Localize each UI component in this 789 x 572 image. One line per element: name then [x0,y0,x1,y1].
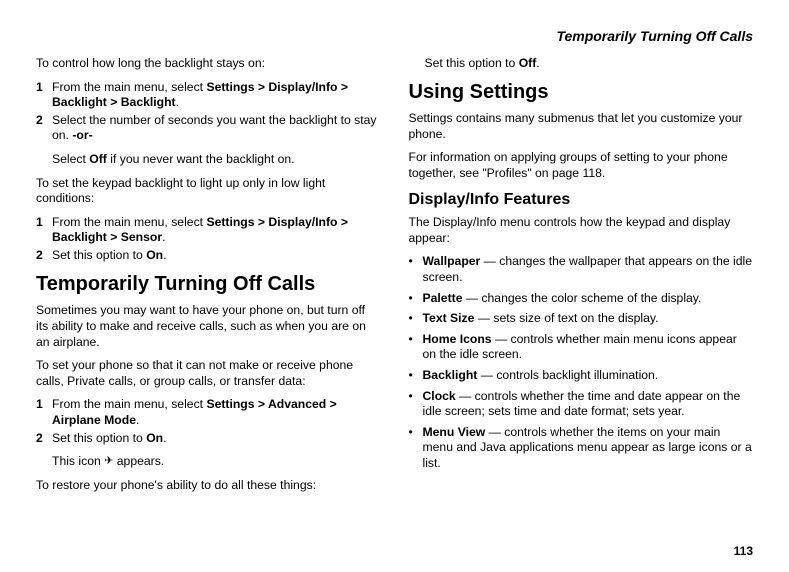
bold-text: Palette [423,291,463,305]
text: — sets size of text on the display. [474,311,658,325]
list-body: Backlight — controls backlight illuminat… [423,368,754,384]
ordered-list: 1 From the main menu, select Settings > … [36,80,381,144]
bullet-icon: • [409,425,423,472]
list-item: 2 Select the number of seconds you want … [36,113,381,144]
page: Temporarily Turning Off Calls To control… [0,0,789,572]
list-body: Wallpaper — changes the wallpaper that a… [423,254,754,285]
list-item: • Backlight — controls backlight illumin… [409,368,754,384]
list-item: • Home Icons — controls whether main men… [409,332,754,363]
indented-paragraph: Set this option to Off. [425,56,754,72]
list-body: Clock — controls whether the time and da… [423,389,754,420]
text: . [162,230,165,244]
list-item: 1 From the main menu, select Settings > … [36,215,381,246]
list-number: 1 [36,215,52,246]
left-column: To control how long the backlight stays … [36,56,381,501]
text: Set this option to [52,248,146,262]
text: Set this option to [52,431,146,445]
list-item: • Menu View — controls whether the items… [409,425,754,472]
paragraph: Settings contains many submenus that let… [409,111,754,142]
list-item: • Text Size — sets size of text on the d… [409,311,754,327]
bold-text: Off [519,56,537,70]
list-body: From the main menu, select Settings > Di… [52,215,381,246]
right-column: Set this option to Off. Using Settings S… [409,56,754,501]
bold-text: Text Size [423,311,475,325]
paragraph: To set the keypad backlight to light up … [36,176,381,207]
list-item: 1 From the main menu, select Settings > … [36,80,381,111]
columns: To control how long the backlight stays … [36,56,753,501]
list-item: • Palette — changes the color scheme of … [409,291,754,307]
bold-text: Home Icons [423,332,492,346]
text: Set this option to [425,56,519,70]
page-number: 113 [734,544,753,558]
text: — controls whether the time and date app… [423,389,741,419]
list-number: 2 [36,113,52,144]
list-number: 1 [36,397,52,428]
list-number: 1 [36,80,52,111]
bullet-icon: • [409,368,423,384]
list-body: Text Size — sets size of text on the dis… [423,311,754,327]
text: Select [52,152,89,166]
list-body: Palette — changes the color scheme of th… [423,291,754,307]
bullet-icon: • [409,254,423,285]
bullet-icon: • [409,291,423,307]
paragraph: To restore your phone's ability to do al… [36,478,381,494]
text: — changes the color scheme of the displa… [462,291,701,305]
list-item: 2 Set this option to On. [36,431,381,447]
bold-text: Wallpaper [423,254,481,268]
text: This icon [52,454,104,468]
bold-text: On [146,431,163,445]
text: From the main menu, select [52,80,206,94]
bullet-icon: • [409,332,423,363]
list-body: Select the number of seconds you want th… [52,113,381,144]
list-body: Menu View — controls whether the items o… [423,425,754,472]
bold-text: Clock [423,389,456,403]
list-item: 1 From the main menu, select Settings > … [36,397,381,428]
bold-text: On [146,248,163,262]
paragraph: To set your phone so that it can not mak… [36,358,381,389]
text: Select the number of seconds you want th… [52,113,377,143]
section-heading: Using Settings [409,80,754,106]
list-body: From the main menu, select Settings > Di… [52,80,381,111]
text: . [176,95,179,109]
text: appears. [113,454,164,468]
bold-text: Off [89,152,107,166]
paragraph: The Display/Info menu controls how the k… [409,215,754,246]
bold-text: Menu View [423,425,486,439]
list-number: 2 [36,431,52,447]
bullet-icon: • [409,389,423,420]
text: . [163,248,166,262]
text: if you never want the backlight on. [107,152,295,166]
paragraph: Sometimes you may want to have your phon… [36,303,381,350]
ordered-list: 1 From the main menu, select Settings > … [36,215,381,264]
section-heading: Temporarily Turning Off Calls [36,272,381,298]
list-body: Home Icons — controls whether main menu … [423,332,754,363]
text: . [136,413,139,427]
text: . [163,431,166,445]
text: From the main menu, select [52,397,206,411]
airplane-icon: ✈ [104,456,113,467]
list-body: Set this option to On. [52,431,381,447]
bold-text: -or- [72,128,92,142]
list-item: • Clock — controls whether the time and … [409,389,754,420]
list-number: 2 [36,248,52,264]
text: . [536,56,539,70]
subsection-heading: Display/Info Features [409,190,754,210]
indented-paragraph: This icon ✈ appears. [52,454,381,470]
list-body: From the main menu, select Settings > Ad… [52,397,381,428]
bulleted-list: • Wallpaper — changes the wallpaper that… [409,254,754,471]
text: — controls backlight illumination. [477,368,658,382]
text: From the main menu, select [52,215,206,229]
bold-text: Backlight [423,368,478,382]
ordered-list: 1 From the main menu, select Settings > … [36,397,381,446]
list-body: Set this option to On. [52,248,381,264]
indented-paragraph: Select Off if you never want the backlig… [52,152,381,168]
paragraph: To control how long the backlight stays … [36,56,381,72]
list-item: 2 Set this option to On. [36,248,381,264]
paragraph: For information on applying groups of se… [409,150,754,181]
running-header: Temporarily Turning Off Calls [36,28,753,44]
bullet-icon: • [409,311,423,327]
list-item: • Wallpaper — changes the wallpaper that… [409,254,754,285]
